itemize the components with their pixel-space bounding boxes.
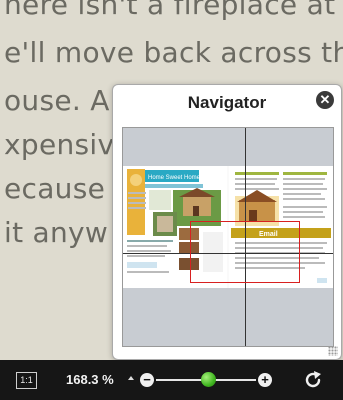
zoom-in-icon[interactable]: + <box>258 373 272 387</box>
document-line: it anyw <box>4 216 109 249</box>
zoom-slider-thumb[interactable] <box>200 372 216 387</box>
document-line: ouse. An <box>4 84 128 117</box>
resize-grip-icon[interactable] <box>328 346 338 356</box>
document-line: here isn't a fireplace at th <box>4 0 343 21</box>
left-page-title: Home Sweet Home <box>148 175 201 181</box>
actual-size-button[interactable]: 1:1 <box>16 372 37 389</box>
zoom-out-icon[interactable]: − <box>140 373 154 387</box>
rotate-icon[interactable] <box>302 369 324 391</box>
zoom-toolbar: 1:1 168.3 % − + <box>0 360 343 400</box>
viewport-indicator[interactable] <box>190 221 300 283</box>
navigator-title: Navigator <box>187 93 267 112</box>
close-icon[interactable]: ✕ <box>316 91 334 109</box>
navigator-panel[interactable]: Navigator ✕ Home Sweet Home Email <box>112 84 342 360</box>
zoom-level[interactable]: 168.3 % <box>66 372 114 387</box>
document-line: ecause I <box>4 172 123 205</box>
document-line: e'll move back across the <box>4 36 343 69</box>
page-preview[interactable]: Home Sweet Home Email <box>122 127 334 347</box>
zoom-dropdown-icon[interactable] <box>128 376 134 380</box>
